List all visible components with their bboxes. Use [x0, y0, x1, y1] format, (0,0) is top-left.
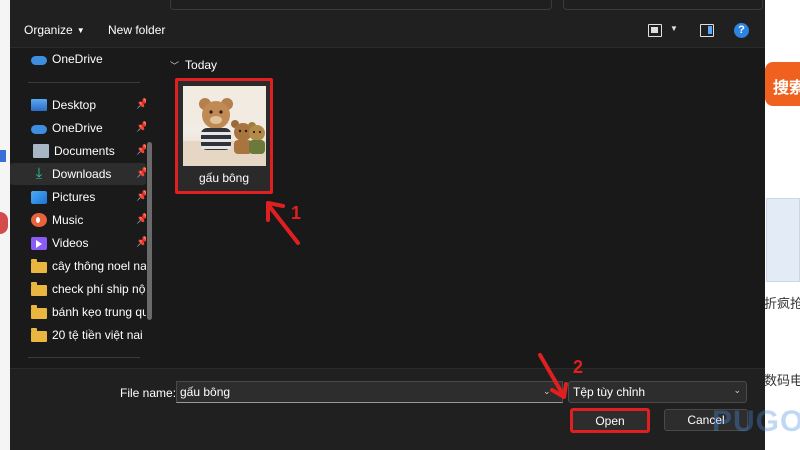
sidebar-item-label: Pictures: [52, 190, 96, 204]
address-bar[interactable]: [170, 0, 552, 10]
sidebar-item-folder[interactable]: 20 tệ tiền việt nai: [14, 324, 146, 346]
dialog-footer: File name: ⌄ Tệp tùy chỉnh ⌄ Open Cancel: [10, 368, 765, 450]
sidebar-item-onedrive-pinned[interactable]: OneDrive 📌: [14, 117, 146, 139]
teddy-bears-image: [183, 86, 266, 166]
background-search-label: 搜索: [773, 80, 800, 97]
new-folder-button[interactable]: New folder: [108, 23, 165, 37]
sidebar-item-documents[interactable]: Documents 📌: [14, 140, 146, 162]
background-text: 数码电: [764, 373, 800, 388]
sidebar-item-desktop[interactable]: Desktop 📌: [14, 94, 146, 116]
chevron-down-icon: ﹀: [170, 61, 180, 71]
chevron-down-icon: ⌄: [733, 385, 741, 395]
pin-icon: 📌: [136, 168, 146, 179]
pin-icon: 📌: [136, 145, 146, 156]
pin-icon: 📌: [136, 122, 146, 133]
file-open-dialog: Organize ▼ New folder ▼ ? OneDrive Deskto…: [10, 0, 765, 450]
chevron-down-icon: ▼: [76, 26, 85, 36]
pin-icon: 📌: [136, 237, 146, 248]
background-icon-fragment: [0, 212, 8, 234]
desktop-icon: [31, 99, 47, 111]
help-icon[interactable]: ?: [734, 23, 749, 38]
divider: [28, 357, 140, 358]
background-link-fragment: [0, 150, 6, 162]
navigation-pane: OneDrive Desktop 📌 OneDrive 📌 Documents …: [10, 48, 160, 368]
watermark-logo: PUGO: [712, 405, 800, 438]
onedrive-icon: [31, 125, 47, 134]
sidebar-item-label: 20 tệ tiền việt nai: [52, 328, 143, 342]
annotation-step-1: 1: [291, 203, 302, 223]
pin-icon: 📌: [136, 99, 146, 110]
videos-icon: [31, 236, 47, 250]
music-icon: [31, 213, 47, 227]
search-box[interactable]: [563, 0, 763, 10]
open-button[interactable]: Open: [570, 408, 650, 433]
chevron-down-icon[interactable]: ▼: [670, 24, 678, 33]
sidebar-item-pictures[interactable]: Pictures 📌: [14, 186, 146, 208]
annotation-step-2: 2: [573, 357, 584, 377]
sidebar-item-folder[interactable]: cây thông noel na: [14, 255, 146, 277]
file-type-select[interactable]: Tệp tùy chỉnh ⌄: [568, 381, 747, 403]
sidebar-item-label: bánh kẹo trung qu: [52, 305, 146, 319]
nav-scrollbar[interactable]: [147, 142, 152, 320]
pictures-icon: [31, 190, 47, 204]
sidebar-item-label: Downloads: [52, 167, 112, 181]
sidebar-item-label: Videos: [52, 236, 89, 250]
pin-icon: 📌: [136, 214, 146, 225]
divider: [28, 82, 140, 83]
folder-icon: [31, 258, 47, 273]
sidebar-item-label: Desktop: [52, 98, 97, 112]
file-thumbnail: [183, 86, 266, 166]
address-bar-area: [10, 0, 765, 14]
group-header-label: Today: [185, 58, 218, 72]
background-text: 折疯抢: [764, 296, 800, 311]
preview-pane-icon[interactable]: [700, 24, 714, 37]
sidebar-item-videos[interactable]: Videos 📌: [14, 232, 146, 254]
sidebar-item-label: OneDrive: [52, 121, 103, 135]
background-search-button[interactable]: 搜索: [765, 62, 800, 106]
file-item[interactable]: gấu bông: [175, 78, 273, 194]
downloads-icon: ⤓: [35, 165, 43, 182]
folder-icon: [31, 281, 47, 296]
chevron-down-icon[interactable]: ⌄: [543, 386, 551, 397]
group-header-today[interactable]: ﹀ Today: [170, 58, 217, 72]
sidebar-item-label: OneDrive: [52, 52, 103, 66]
pin-icon: 📌: [136, 191, 146, 202]
sidebar-item-label: Music: [52, 213, 84, 227]
sidebar-item-folder[interactable]: check phí ship nội: [14, 278, 146, 300]
background-page-left: [0, 0, 10, 450]
sidebar-item-music[interactable]: Music 📌: [14, 209, 146, 231]
sidebar-item-label: Documents: [54, 144, 115, 158]
view-options-icon[interactable]: [648, 24, 662, 37]
folder-icon: [31, 327, 47, 342]
file-type-value: Tệp tùy chỉnh: [573, 385, 646, 399]
organize-button[interactable]: Organize ▼: [24, 23, 85, 37]
file-name-field[interactable]: [176, 381, 563, 403]
sidebar-item-folder[interactable]: bánh kẹo trung qu: [14, 301, 146, 323]
sidebar-item-label: check phí ship nội: [52, 282, 146, 296]
sidebar-item-label: cây thông noel na: [52, 259, 146, 273]
background-thumbnail: [766, 198, 800, 282]
sidebar-item-onedrive[interactable]: OneDrive: [14, 48, 146, 70]
organize-label: Organize: [24, 23, 73, 37]
folder-icon: [31, 304, 47, 319]
file-list: ﹀ Today gấu bông: [162, 48, 765, 368]
documents-icon: [33, 144, 49, 158]
dialog-toolbar: Organize ▼ New folder ▼ ?: [10, 14, 765, 48]
file-name-label: File name:: [120, 386, 177, 400]
file-name: gấu bông: [198, 171, 250, 185]
onedrive-icon: [31, 56, 47, 65]
sidebar-item-downloads[interactable]: ⤓ Downloads 📌: [10, 163, 146, 185]
